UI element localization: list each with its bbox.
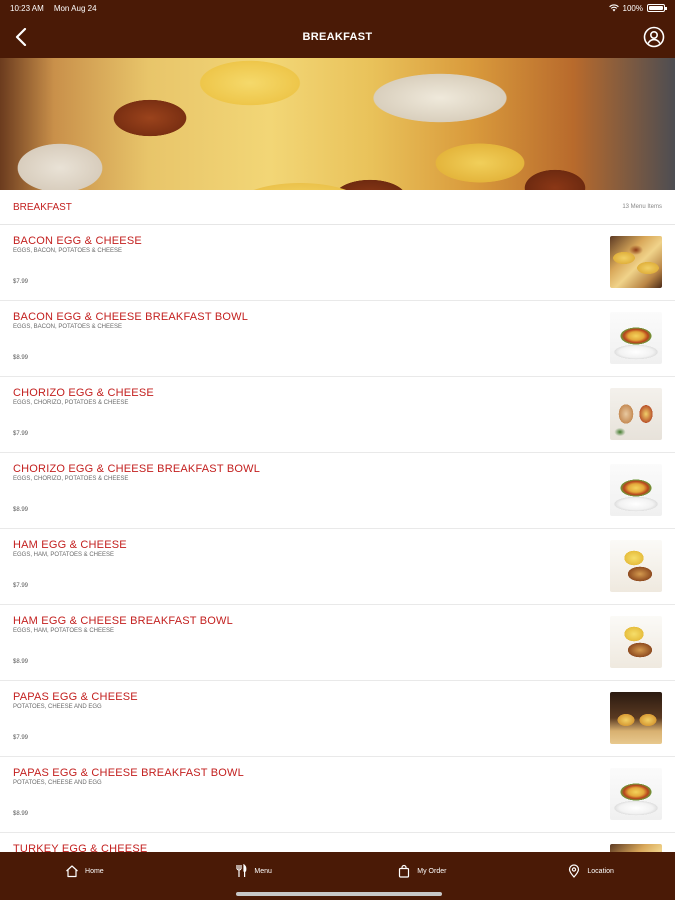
status-right: 100% bbox=[608, 3, 667, 13]
battery-fill bbox=[649, 6, 663, 10]
menu-item-description: EGGS, CHORIZO, POTATOES & CHEESE bbox=[13, 400, 129, 406]
menu-item[interactable]: PAPAS EGG & CHEESE BREAKFAST BOWL POTATOE… bbox=[0, 757, 675, 833]
menu-item[interactable]: HAM EGG & CHEESE BREAKFAST BOWL EGGS, HAM… bbox=[0, 605, 675, 681]
tab-label: My Order bbox=[417, 867, 447, 875]
account-icon[interactable] bbox=[643, 26, 665, 48]
menu-item-photo bbox=[610, 692, 662, 744]
menu-item-name: PAPAS EGG & CHEESE bbox=[13, 691, 138, 703]
menu-item-description: EGGS, BACON, POTATOES & CHEESE bbox=[13, 324, 123, 330]
menu-item-price: $8.99 bbox=[13, 811, 29, 817]
menu-item-photo bbox=[610, 312, 662, 364]
menu-item-photo bbox=[610, 388, 662, 440]
status-bar: 10:23 AM Mon Aug 24 100% bbox=[0, 0, 675, 16]
section-title: BREAKFAST bbox=[13, 201, 72, 213]
tab-location[interactable]: Location bbox=[506, 852, 675, 900]
fork-knife-icon bbox=[234, 864, 248, 878]
menu-item-name: HAM EGG & CHEESE bbox=[13, 539, 127, 551]
home-indicator bbox=[236, 892, 442, 896]
status-date: Mon Aug 24 bbox=[53, 3, 97, 13]
menu-item[interactable]: HAM EGG & CHEESE EGGS, HAM, POTATOES & CH… bbox=[0, 529, 675, 605]
location-pin-icon bbox=[567, 864, 581, 878]
menu-item-photo bbox=[610, 768, 662, 820]
menu-item-photo bbox=[610, 616, 662, 668]
status-time: 10:23 AM bbox=[10, 3, 44, 13]
chevron-left-icon bbox=[15, 28, 27, 46]
menu-item[interactable]: PAPAS EGG & CHEESE POTATOES, CHEESE AND E… bbox=[0, 681, 675, 757]
menu-item-name: CHORIZO EGG & CHEESE bbox=[13, 387, 154, 399]
menu-item-photo bbox=[610, 464, 662, 516]
menu-item-description: POTATOES, CHEESE AND EGG bbox=[13, 704, 102, 710]
menu-item-price: $7.99 bbox=[13, 735, 29, 741]
menu-item[interactable]: TURKEY EGG & CHEESE bbox=[0, 833, 675, 852]
tab-label: Home bbox=[85, 867, 104, 875]
menu-item-description: EGGS, BACON, POTATOES & CHEESE bbox=[13, 248, 123, 254]
hero-image bbox=[0, 58, 675, 190]
tab-home[interactable]: Home bbox=[0, 852, 169, 900]
section-header: BREAKFAST 13 Menu Items bbox=[0, 190, 675, 225]
menu-list: BACON EGG & CHEESE EGGS, BACON, POTATOES … bbox=[0, 225, 675, 852]
menu-item[interactable]: BACON EGG & CHEESE BREAKFAST BOWL EGGS, B… bbox=[0, 301, 675, 377]
menu-item[interactable]: CHORIZO EGG & CHEESE BREAKFAST BOWL EGGS,… bbox=[0, 453, 675, 529]
back-button[interactable] bbox=[10, 25, 32, 49]
menu-item-description: POTATOES, CHEESE AND EGG bbox=[13, 780, 102, 786]
battery-percent: 100% bbox=[622, 3, 643, 13]
menu-item-name: CHORIZO EGG & CHEESE BREAKFAST BOWL bbox=[13, 463, 261, 475]
wifi-icon bbox=[608, 4, 619, 12]
menu-item-price: $8.99 bbox=[13, 659, 29, 665]
menu-item-price: $8.99 bbox=[13, 355, 29, 361]
menu-item-count: 13 Menu Items bbox=[622, 204, 662, 210]
tab-label: Location bbox=[587, 867, 614, 875]
nav-bar: BREAKFAST bbox=[0, 16, 675, 58]
menu-item-name: PAPAS EGG & CHEESE BREAKFAST BOWL bbox=[13, 767, 244, 779]
tab-label: Menu bbox=[254, 867, 272, 875]
menu-item-price: $7.99 bbox=[13, 279, 29, 285]
menu-item-name: TURKEY EGG & CHEESE bbox=[13, 843, 148, 852]
menu-item-price: $8.99 bbox=[13, 507, 29, 513]
menu-item-description: EGGS, CHORIZO, POTATOES & CHEESE bbox=[13, 476, 129, 482]
menu-item-photo bbox=[610, 540, 662, 592]
menu-item-price: $7.99 bbox=[13, 583, 29, 589]
page-title: BREAKFAST bbox=[302, 31, 373, 43]
menu-item-description: EGGS, HAM, POTATOES & CHEESE bbox=[13, 552, 115, 558]
menu-item-name: BACON EGG & CHEESE bbox=[13, 235, 142, 247]
battery-icon bbox=[647, 4, 667, 12]
menu-item[interactable]: BACON EGG & CHEESE EGGS, BACON, POTATOES … bbox=[0, 225, 675, 301]
menu-item-description: EGGS, HAM, POTATOES & CHEESE bbox=[13, 628, 115, 634]
menu-item-name: BACON EGG & CHEESE BREAKFAST BOWL bbox=[13, 311, 249, 323]
shopping-bag-icon bbox=[397, 864, 411, 878]
menu-item[interactable]: CHORIZO EGG & CHEESE EGGS, CHORIZO, POTAT… bbox=[0, 377, 675, 453]
home-icon bbox=[65, 864, 79, 878]
menu-item-name: HAM EGG & CHEESE BREAKFAST BOWL bbox=[13, 615, 233, 627]
menu-item-photo bbox=[610, 236, 662, 288]
menu-item-price: $7.99 bbox=[13, 431, 29, 437]
menu-item-photo bbox=[610, 844, 662, 852]
